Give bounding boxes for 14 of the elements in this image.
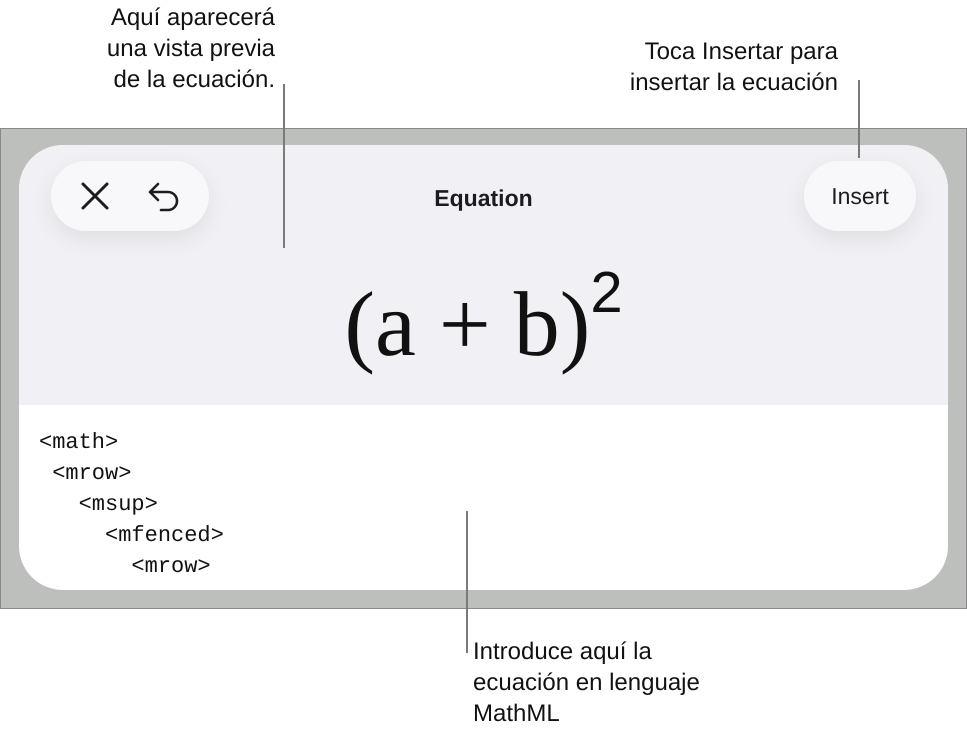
code-line: <math> [39,429,118,457]
insert-button[interactable]: Insert [804,161,916,231]
code-line: <mrow> [51,460,132,488]
mathml-editor[interactable]: <math> <mrow> <msup> <mfenced> <mrow> [19,405,948,590]
code-line: <mrow> [130,553,211,581]
equation-preview: (a + b)$^{2}$ [344,258,623,377]
sheet-title: Equation [434,184,533,213]
code-line: <mfenced> [104,522,224,550]
callout-text: Toca Insertar para insertar la ecuación [630,37,838,98]
code-line: <msup> [78,491,158,519]
close-icon [79,180,111,212]
callout-text: Aquí aparecerá una vista previa de la ecuación. [106,3,275,95]
undo-icon [147,180,181,212]
callout-text: Introduce aquí la ecuación en lenguaje MathML [473,637,700,729]
